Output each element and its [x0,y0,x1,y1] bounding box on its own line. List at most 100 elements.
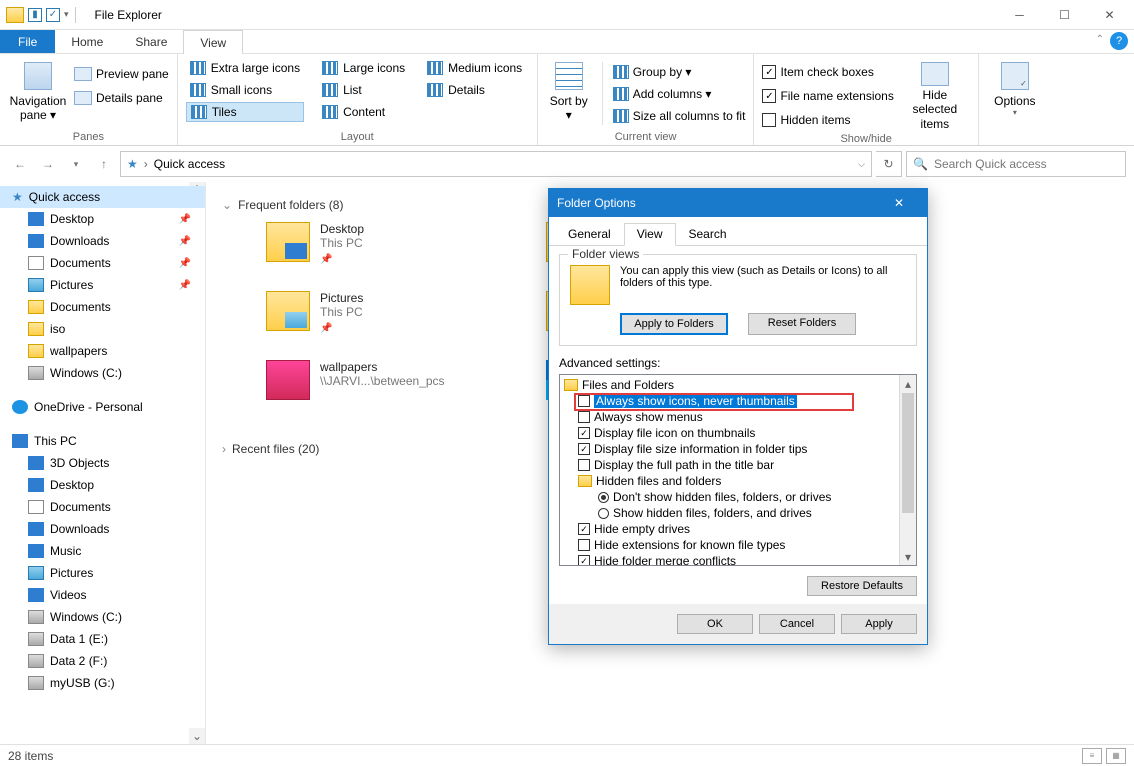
sidebar-item-quick-access[interactable]: ★Quick access [0,186,205,208]
sidebar-item-documents[interactable]: Documents [0,496,205,518]
options-button[interactable]: ✓ Options ▾ [987,58,1043,117]
sort-by-button[interactable]: Sort by ▾ [546,58,592,123]
search-box[interactable]: 🔍 Search Quick access [906,151,1126,177]
radio[interactable] [598,508,609,519]
checkbox[interactable] [578,523,590,535]
layout-content[interactable]: Content [318,102,409,122]
restore-defaults-button[interactable]: Restore Defaults [807,576,917,596]
address-box[interactable]: ★ › Quick access ⌵ [120,151,872,177]
collapse-ribbon[interactable]: ⌃ [1096,34,1104,45]
sidebar-item-pictures[interactable]: Pictures [0,562,205,584]
layout-details[interactable]: Details [423,80,526,100]
file-menu[interactable]: File [0,30,55,53]
checkbox[interactable] [578,539,590,551]
scrollbar[interactable]: ▴ ▾ [899,375,916,565]
adv-setting[interactable]: Display file icon on thumbnails [564,425,916,441]
file-extensions-toggle[interactable]: File name extensions [762,86,893,106]
view-details-button[interactable]: ≡ [1082,748,1102,764]
checkbox[interactable] [578,459,590,471]
navigation-pane-button[interactable]: Navigation pane ▾ [8,58,68,123]
forward-button[interactable]: → [36,152,60,176]
breadcrumb-chevron[interactable]: › [144,157,148,171]
breadcrumb[interactable]: Quick access [154,157,225,171]
sidebar-item-downloads[interactable]: Downloads📌 [0,230,205,252]
dialog-tab-view[interactable]: View [624,223,676,246]
adv-setting[interactable]: Display file size information in folder … [564,441,916,457]
layout-list[interactable]: List [318,80,409,100]
ok-button[interactable]: OK [677,614,753,634]
details-pane-button[interactable]: Details pane [74,88,169,108]
adv-setting[interactable]: Always show menus [564,409,916,425]
address-dropdown[interactable]: ⌵ [858,159,865,170]
group-by-button[interactable]: Group by ▾ [613,62,746,82]
cancel-button[interactable]: Cancel [759,614,835,634]
sidebar-item-documents[interactable]: Documents📌 [0,252,205,274]
adv-setting[interactable]: Display the full path in the title bar [564,457,916,473]
adv-setting[interactable]: Hide empty drives [564,521,916,537]
adv-setting[interactable]: Files and Folders [564,377,916,393]
sidebar-item-data-1--e--[interactable]: Data 1 (E:) [0,628,205,650]
checkbox[interactable] [578,555,590,566]
scroll-up-arrow[interactable]: ▴ [900,375,916,392]
add-columns-button[interactable]: Add columns ▾ [613,84,746,104]
help-icon[interactable]: ? [1110,32,1128,50]
sidebar-item-myusb--g--[interactable]: myUSB (G:) [0,672,205,694]
checkbox[interactable] [578,411,590,423]
adv-setting[interactable]: Don't show hidden files, folders, or dri… [564,489,916,505]
apply-button[interactable]: Apply [841,614,917,634]
dialog-tab-general[interactable]: General [555,223,624,245]
adv-setting[interactable]: Hide folder merge conflicts [564,553,916,566]
checkbox[interactable] [578,427,590,439]
sidebar-item-desktop[interactable]: Desktop📌 [0,208,205,230]
close-button[interactable]: ✕ [1087,0,1132,29]
scroll-thumb[interactable] [902,393,914,513]
item-checkboxes-toggle[interactable]: Item check boxes [762,62,893,82]
sidebar-item-desktop[interactable]: Desktop [0,474,205,496]
sidebar-item-3d-objects[interactable]: 3D Objects [0,452,205,474]
back-button[interactable]: ← [8,152,32,176]
refresh-button[interactable]: ↻ [876,151,902,177]
sidebar-item-windows--c--[interactable]: Windows (C:) [0,362,205,384]
dialog-titlebar[interactable]: Folder Options ✕ [549,189,927,217]
adv-setting[interactable]: Hide extensions for known file types [564,537,916,553]
sidebar-item-music[interactable]: Music [0,540,205,562]
advanced-settings-list[interactable]: Files and FoldersAlways show icons, neve… [559,374,917,566]
tab-view[interactable]: View [183,30,243,54]
scroll-down-arrow[interactable]: ▾ [900,548,916,565]
sidebar-item-videos[interactable]: Videos [0,584,205,606]
sidebar-item-pictures[interactable]: Pictures📌 [0,274,205,296]
scroll-down[interactable]: ⌄ [189,728,205,744]
layout-large-icons[interactable]: Large icons [318,58,409,78]
adv-setting[interactable]: Hidden files and folders [564,473,916,489]
checkbox[interactable] [578,395,590,407]
folder-item-desktop[interactable]: DesktopThis PC📌 [266,222,456,265]
dialog-tab-search[interactable]: Search [676,223,740,245]
sidebar-item-onedrive[interactable]: OneDrive - Personal [0,396,205,418]
sidebar-item-documents[interactable]: Documents [0,296,205,318]
layout-medium-icons[interactable]: Medium icons [423,58,526,78]
folder-item-pictures[interactable]: PicturesThis PC📌 [266,291,456,334]
tab-share[interactable]: Share [119,30,183,53]
adv-setting[interactable]: Always show icons, never thumbnails [564,393,916,409]
checkbox[interactable] [578,443,590,455]
sidebar-item-iso[interactable]: iso [0,318,205,340]
sidebar-item-wallpapers[interactable]: wallpapers [0,340,205,362]
preview-pane-button[interactable]: Preview pane [74,64,169,84]
minimize-button[interactable]: ─ [997,0,1042,29]
view-icons-button[interactable]: ▦ [1106,748,1126,764]
radio[interactable] [598,492,609,503]
up-button[interactable]: ↑ [92,152,116,176]
folder-item-wallpapers[interactable]: wallpapers\\JARVI...\between_pcs [266,360,456,400]
history-dropdown[interactable]: ▾ [64,152,88,176]
hide-selected-button[interactable]: Hide selected items [900,58,970,131]
sidebar-item-windows--c--[interactable]: Windows (C:) [0,606,205,628]
reset-folders-button[interactable]: Reset Folders [748,313,856,335]
qat-dropdown[interactable]: ▾ [64,9,69,20]
sidebar-item-data-2--f--[interactable]: Data 2 (F:) [0,650,205,672]
tab-home[interactable]: Home [55,30,119,53]
sidebar-item-downloads[interactable]: Downloads [0,518,205,540]
adv-setting[interactable]: Show hidden files, folders, and drives [564,505,916,521]
layout-extra-large-icons[interactable]: Extra large icons [186,58,304,78]
qat-item[interactable]: ✓ [46,8,60,22]
maximize-button[interactable]: ☐ [1042,0,1087,29]
